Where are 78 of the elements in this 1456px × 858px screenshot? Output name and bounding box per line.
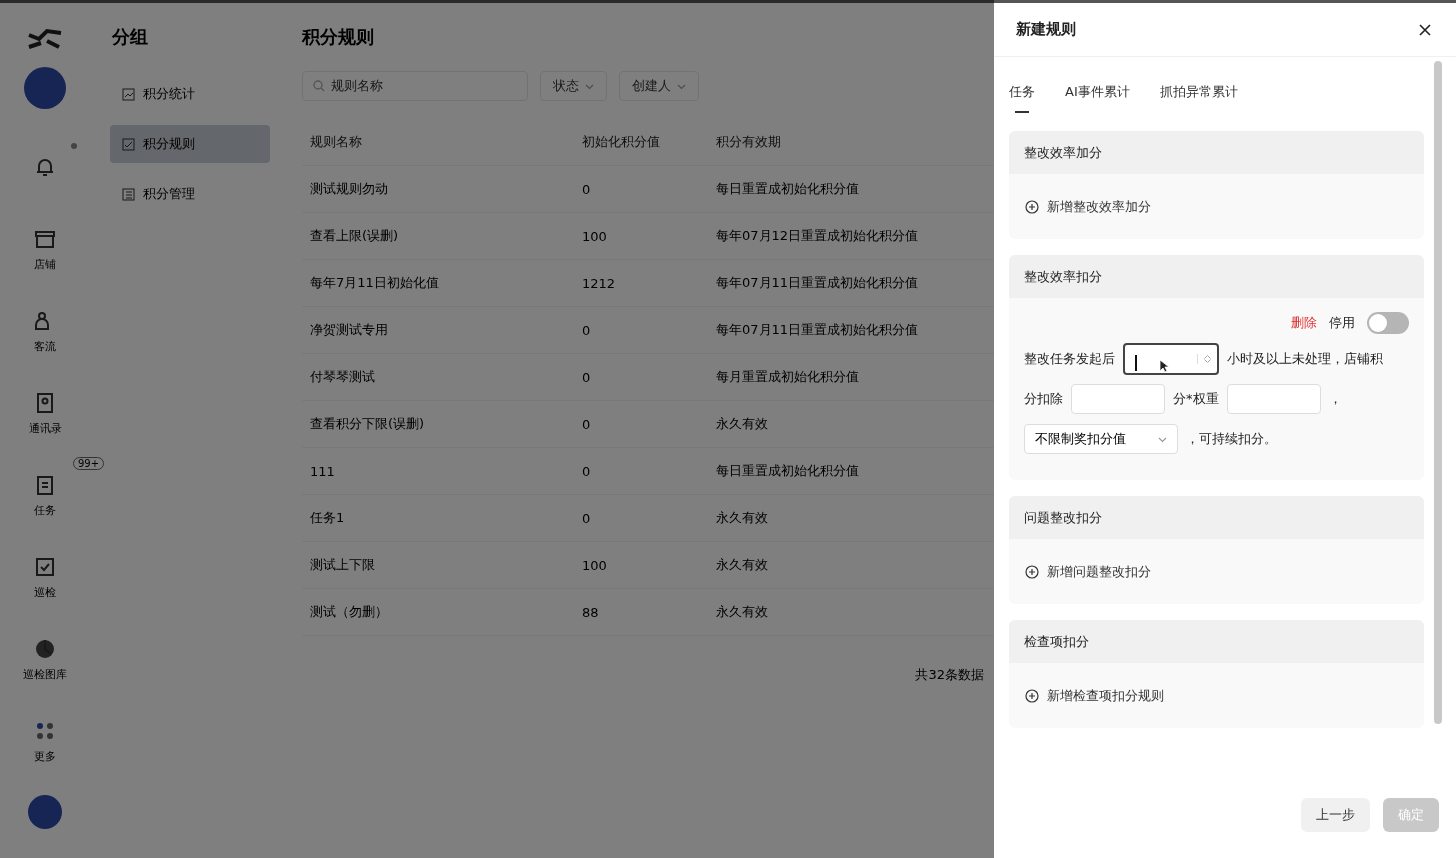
panel-title: 分组 (112, 25, 149, 49)
table-cell: 付琴琴测试 (302, 354, 574, 401)
plus-circle-icon (1025, 564, 1039, 579)
menu-item[interactable]: 积分规则 (110, 125, 270, 163)
tab[interactable]: 抓拍异常累计 (1159, 83, 1238, 113)
table-cell: 测试规则勿动 (302, 166, 574, 213)
column-header: 规则名称 (302, 119, 574, 166)
tab[interactable]: 任务 (1009, 83, 1035, 113)
footer-button[interactable]: 上一步 (1301, 798, 1370, 832)
table-cell: 0 (574, 448, 708, 495)
avatar[interactable] (24, 67, 66, 109)
toggle-switch[interactable] (1367, 312, 1409, 334)
modal-overlay[interactable] (0, 0, 994, 858)
form-text: ，可持续扣分。 (1186, 430, 1277, 448)
form-text: 整改任务发起后 (1024, 350, 1115, 368)
table-cell: 测试（勿删） (302, 589, 574, 636)
page-title: 积分规则 (302, 25, 375, 49)
count-badge: 99+ (73, 457, 105, 470)
search-field[interactable]: 规则名称 (302, 71, 528, 101)
nav-label[interactable]: 店铺 (34, 256, 56, 272)
number-field[interactable] (1123, 343, 1219, 375)
delete-link[interactable]: 删除 (1291, 314, 1317, 332)
chevron-up-icon (1204, 354, 1211, 359)
nav-label[interactable]: 巡检图库 (23, 666, 67, 682)
drawer-title: 新建规则 (1016, 20, 1076, 39)
chevron-down-icon (1204, 359, 1211, 364)
nav-label[interactable]: 客流 (34, 338, 56, 354)
input-field[interactable] (1226, 384, 1321, 414)
document-icon (122, 137, 135, 151)
table-cell: 0 (574, 166, 708, 213)
avatar[interactable] (28, 795, 62, 829)
table-cell: 任务1 (302, 495, 574, 542)
nav-label[interactable]: 巡检 (34, 584, 56, 600)
plus-circle-icon (1025, 688, 1039, 703)
menu-item[interactable]: 积分统计 (110, 75, 270, 113)
filter-dropdown[interactable]: 创建人 (619, 71, 699, 101)
column-header: 初始化积分值 (574, 119, 708, 166)
table-cell: 净贺测试专用 (302, 307, 574, 354)
total-count: 共32条数据 (915, 666, 984, 684)
form-text: ， (1328, 390, 1342, 408)
table-cell: 查看积分下限(误删) (302, 401, 574, 448)
table-cell: 0 (574, 307, 708, 354)
add-rule-button[interactable]: 新增检查项扣分规则 (1009, 663, 1180, 728)
table-cell: 每年7月11日初始化值 (302, 260, 574, 307)
toggle-label: 停用 (1329, 314, 1355, 332)
table-cell: 0 (574, 401, 708, 448)
input-field[interactable] (1071, 384, 1165, 414)
section-header: 整改效率加分 (1009, 131, 1424, 174)
form-text: 分扣除 (1024, 390, 1063, 408)
section-header: 问题整改扣分 (1009, 496, 1424, 539)
table-cell: 0 (574, 495, 708, 542)
document-icon (122, 87, 135, 101)
filter-dropdown[interactable]: 状态 (540, 71, 607, 101)
table-cell: 111 (302, 448, 574, 495)
plus-circle-icon (1025, 199, 1039, 214)
add-rule-button[interactable]: 新增整改效率加分 (1009, 174, 1167, 239)
table-cell: 1212 (574, 260, 708, 307)
table-cell: 查看上限(误删) (302, 213, 574, 260)
table-cell: 100 (574, 542, 708, 589)
section-header: 整改效率扣分 (1009, 255, 1424, 298)
section-header: 检查项扣分 (1009, 620, 1424, 663)
select-dropdown[interactable]: 不限制奖扣分值 (1024, 424, 1178, 454)
nav-label[interactable]: 任务 (34, 502, 56, 518)
mouse-pointer-icon (1159, 359, 1169, 373)
search-icon (313, 80, 325, 92)
menu-item[interactable]: 积分管理 (110, 175, 270, 213)
add-rule-button[interactable]: 新增问题整改扣分 (1009, 539, 1167, 604)
table-cell: 0 (574, 354, 708, 401)
form-text: 小时及以上未处理，店铺积 (1227, 350, 1383, 368)
table-cell: 测试上下限 (302, 542, 574, 589)
scrollbar[interactable] (1434, 61, 1442, 724)
form-text: 分*权重 (1173, 390, 1219, 408)
nav-label[interactable]: 通讯录 (28, 420, 62, 436)
table-cell: 88 (574, 589, 708, 636)
tab[interactable]: AI事件累计 (1065, 83, 1130, 113)
nav-label[interactable]: 更多 (34, 748, 56, 764)
table-cell: 100 (574, 213, 708, 260)
document-icon (122, 187, 135, 201)
